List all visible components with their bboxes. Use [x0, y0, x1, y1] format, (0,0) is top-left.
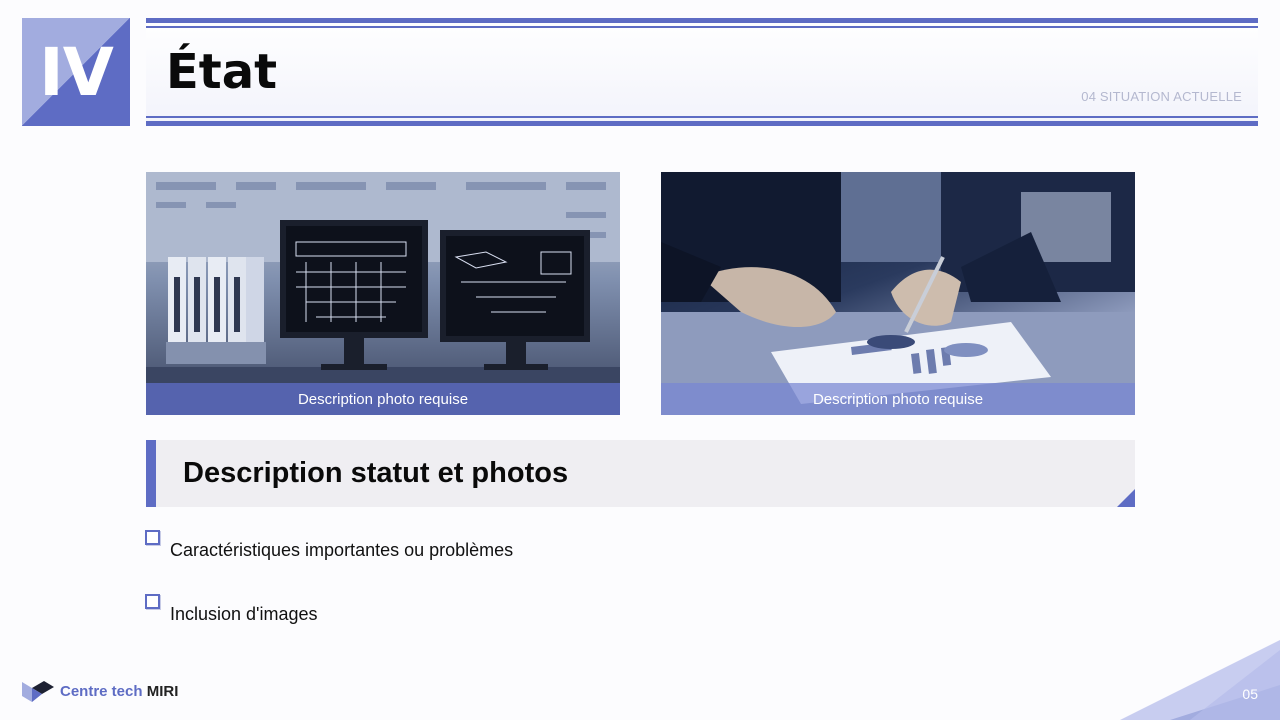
- section-label: 04 SITUATION ACTUELLE: [1081, 89, 1242, 104]
- bullet-text: Inclusion d'images: [170, 604, 318, 624]
- control-room-illustration: [146, 172, 620, 415]
- title-bar-rule: [146, 18, 1258, 23]
- content-heading-bar: Description statut et photos: [146, 440, 1135, 507]
- photo-control-room: Description photo requise: [146, 172, 620, 415]
- bullet-item: Inclusion d'images: [145, 594, 318, 625]
- corner-decoration: [1120, 640, 1280, 720]
- heading-corner-triangle: [1117, 489, 1135, 507]
- photo-caption: Description photo requise: [146, 383, 620, 415]
- content-heading: Description statut et photos: [183, 457, 569, 489]
- section-numeral: IV: [22, 18, 130, 126]
- business-illustration: [661, 172, 1135, 415]
- title-bar: État 04 SITUATION ACTUELLE: [146, 18, 1258, 126]
- heading-accent-bar: [146, 440, 156, 507]
- title-bar-rule: [146, 116, 1258, 118]
- brand-name-part2: MIRI: [146, 683, 179, 700]
- checkbox-icon: [145, 530, 160, 545]
- bullet-item: Caractéristiques importantes ou problème…: [145, 530, 513, 561]
- title-bar-rule: [146, 121, 1258, 126]
- title-bar-rule: [146, 26, 1258, 28]
- photo-business-analysis: Description photo requise: [661, 172, 1135, 415]
- photo-caption: Description photo requise: [661, 383, 1135, 415]
- checkbox-icon: [145, 594, 160, 609]
- bullet-text: Caractéristiques importantes ou problème…: [170, 540, 514, 560]
- brand-name-part1: Centre tech: [60, 683, 143, 700]
- page-title: État: [166, 44, 278, 100]
- section-numeral-text: IV: [39, 33, 114, 111]
- brand-name: Centre tech MIRI: [60, 683, 178, 700]
- brand-logo-icon: [22, 681, 54, 702]
- page-number: 05: [1242, 686, 1258, 702]
